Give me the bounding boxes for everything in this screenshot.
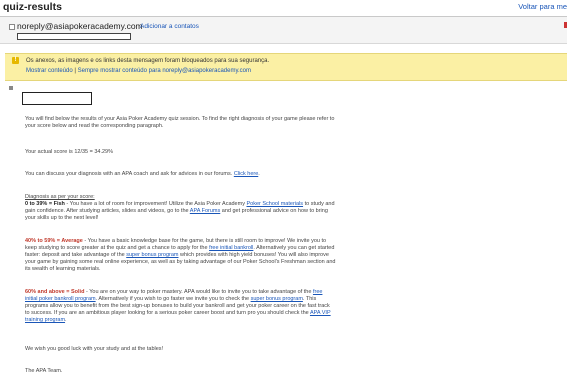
sender-status-icon	[9, 24, 15, 30]
fish-text-3: gain confidence. After studying articles…	[25, 208, 190, 214]
diagnosis-heading: Diagnosis as per your score:	[25, 194, 395, 201]
show-content-link[interactable]: Mostrar conteúdo	[26, 68, 73, 74]
add-contact-link[interactable]: Adicionar a contatos	[140, 23, 199, 30]
fish-text-1: - You have a lot of room for improvement…	[64, 201, 247, 207]
click-here-link[interactable]: Click here	[234, 171, 258, 177]
average-label: 40% to 59% = Average	[25, 238, 83, 244]
intro-line-1: You will find below the results of your …	[25, 116, 335, 122]
solid-text-1: - You are on your way to poker mastery. …	[84, 289, 313, 295]
average-text-4: faster: deposit and take advantage of th…	[25, 252, 127, 258]
recipient-box	[17, 33, 131, 40]
average-text-1: - You have a basic knowledge base for th…	[82, 238, 327, 244]
intro-line-2: your score below and read the correspond…	[25, 123, 164, 129]
signature-text: The APA Team.	[25, 368, 63, 374]
diagnosis-heading-text: Diagnosis as per your score:	[25, 194, 95, 200]
free-bankroll-link[interactable]: free initial bankroll	[209, 245, 253, 251]
apa-vip-link[interactable]: APA VIP	[310, 310, 331, 316]
solid-text-6: .	[65, 317, 67, 323]
fish-paragraph: 0 to 39% = Fish - You have a lot of room…	[25, 201, 395, 222]
training-program-link[interactable]: training program	[25, 317, 65, 323]
average-text-3: . Alternatively you can get started	[253, 245, 335, 251]
warning-links: Mostrar conteúdo | Sempre mostrar conteú…	[26, 68, 251, 74]
fish-text-4: and get professional advice on how to br…	[220, 208, 328, 214]
blocked-content-warning: ! Os anexos, as imagens e os links desta…	[5, 53, 567, 81]
warning-text: Os anexos, as imagens e os links desta m…	[26, 58, 270, 64]
closing-text: We wish you good luck with your study an…	[25, 346, 164, 352]
score-text: Your actual score is 12/35 = 34.29%	[25, 149, 114, 155]
average-text-2: keep studying to score greater at the qu…	[25, 245, 210, 251]
fish-label: 0 to 39% = Fish	[25, 201, 65, 207]
fish-text-5: your skills up to the next level!	[25, 215, 99, 221]
blocked-image-icon	[9, 86, 13, 90]
solid-text-4: programs allow you to benefit from the b…	[25, 303, 330, 309]
average-text-7: its wealth of learning materials.	[25, 266, 101, 272]
solid-text-2: . Alternatively if you wish to go faster…	[95, 296, 251, 302]
average-text-6: your game by gaining some real online ex…	[25, 259, 336, 265]
page-title: quiz-results	[3, 1, 62, 13]
super-bonus-link[interactable]: super bonus program	[126, 252, 178, 258]
free-link[interactable]: free	[313, 289, 322, 295]
sender-address[interactable]: noreply@asiapokeracademy.com	[17, 21, 143, 31]
average-text-5: which provides with high yield bonuses! …	[178, 252, 329, 258]
intro-paragraph: You will find below the results of your …	[25, 116, 395, 130]
super-bonus-link-2[interactable]: super bonus program	[251, 296, 303, 302]
discuss-end: .	[258, 171, 260, 177]
initial-bankroll-link[interactable]: initial poker bankroll program	[25, 296, 96, 302]
solid-label: 60% and above = Solid	[25, 289, 85, 295]
always-show-link[interactable]: Sempre mostrar conteúdo para noreply@asi…	[78, 68, 251, 74]
title-bar: quiz-results Voltar para me	[0, 0, 567, 17]
discuss-text: You can discuss your diagnosis with an A…	[25, 171, 233, 177]
message-header: noreply@asiapokeracademy.com Adicionar a…	[0, 17, 567, 44]
fish-text-2: to study and	[303, 201, 335, 207]
apa-forums-link[interactable]: APA Forums	[190, 208, 220, 214]
solid-text-3: . This	[302, 296, 317, 302]
solid-paragraph: 60% and above = Solid - You are on your …	[25, 289, 395, 324]
average-paragraph: 40% to 59% = Average - You have a basic …	[25, 238, 395, 273]
back-link[interactable]: Voltar para me	[518, 2, 567, 11]
poker-school-link[interactable]: Poker School materials	[246, 201, 303, 207]
solid-text-5: to success. If you are an ambitious play…	[25, 310, 310, 316]
warning-separator: |	[74, 68, 76, 74]
warning-icon: !	[12, 57, 19, 64]
discuss-paragraph: You can discuss your diagnosis with an A…	[25, 171, 395, 178]
logo-placeholder	[22, 92, 92, 105]
